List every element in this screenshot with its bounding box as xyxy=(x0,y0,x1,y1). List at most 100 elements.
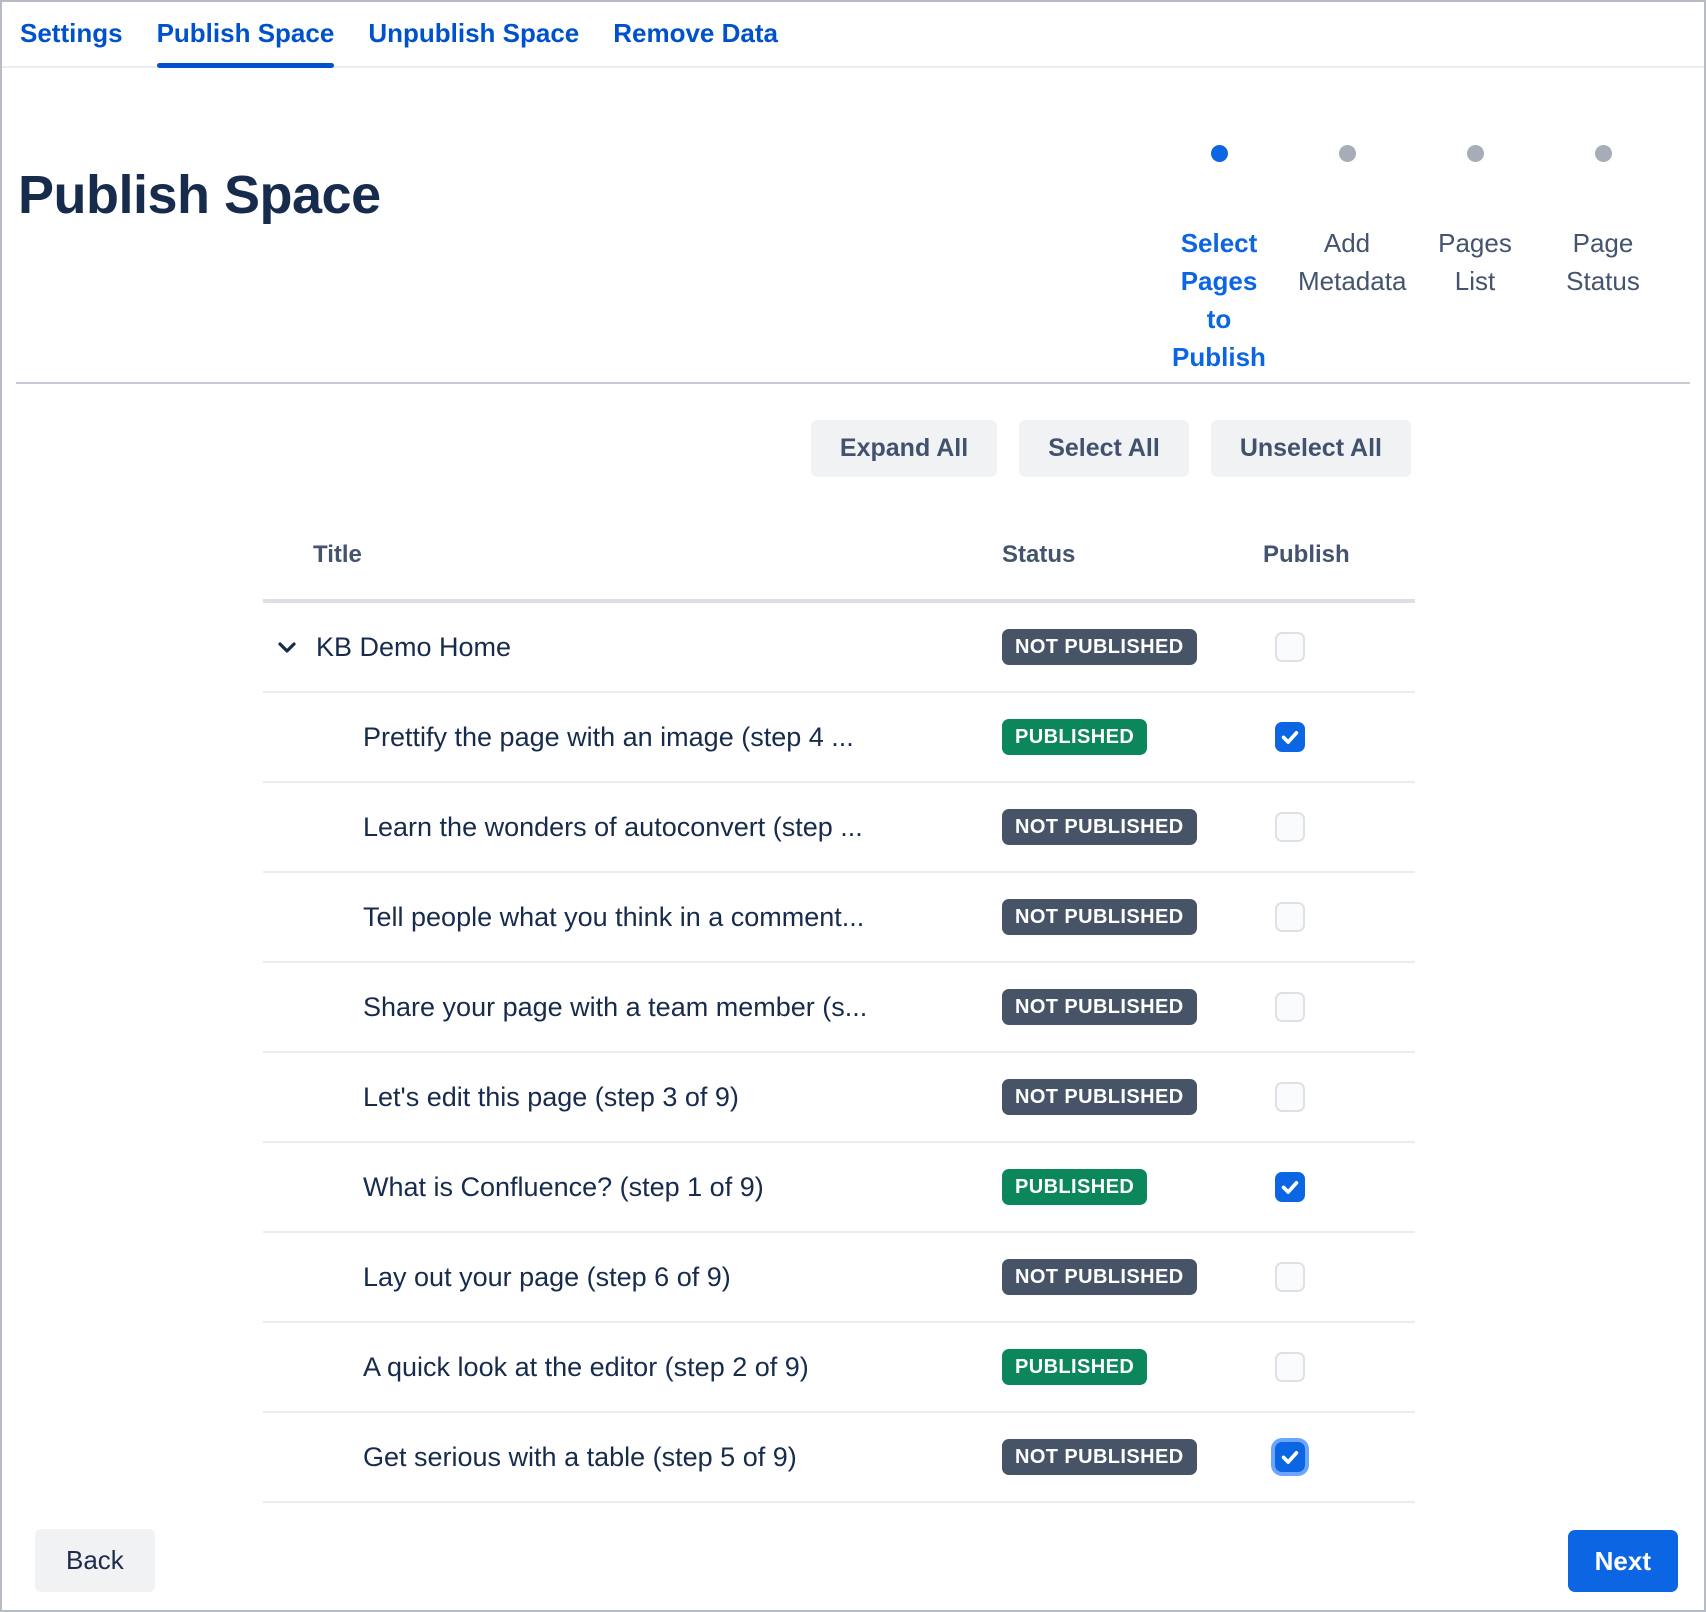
top-tab-bar: Settings Publish Space Unpublish Space R… xyxy=(2,2,1704,68)
publish-cell xyxy=(1263,632,1415,662)
table-row: Share your page with a team member (s...… xyxy=(263,963,1415,1053)
back-button[interactable]: Back xyxy=(35,1529,155,1592)
title-cell: KB Demo Home xyxy=(263,632,1002,663)
title-cell: Share your page with a team member (s... xyxy=(263,992,1002,1023)
page-title-text: A quick look at the editor (step 2 of 9) xyxy=(363,1352,809,1383)
status-cell: NOT PUBLISHED xyxy=(1002,989,1263,1025)
status-cell: PUBLISHED xyxy=(1002,1169,1263,1205)
chevron-down-icon[interactable] xyxy=(275,635,299,659)
publish-checkbox[interactable] xyxy=(1275,992,1305,1022)
unselect-all-button[interactable]: Unselect All xyxy=(1211,420,1411,477)
status-badge: PUBLISHED xyxy=(1002,1349,1147,1385)
step-dot-icon xyxy=(1595,145,1612,162)
stepper-step-select-pages: Select Pages to Publish xyxy=(1155,145,1283,376)
step-dot-icon xyxy=(1339,145,1356,162)
table-row: What is Confluence? (step 1 of 9) PUBLIS… xyxy=(263,1143,1415,1233)
publish-checkbox[interactable] xyxy=(1275,1442,1305,1472)
status-cell: NOT PUBLISHED xyxy=(1002,1439,1263,1475)
status-cell: NOT PUBLISHED xyxy=(1002,629,1263,665)
publish-cell xyxy=(1263,722,1415,752)
status-badge: NOT PUBLISHED xyxy=(1002,1079,1197,1115)
table-row: Prettify the page with an image (step 4 … xyxy=(263,693,1415,783)
status-cell: NOT PUBLISHED xyxy=(1002,1079,1263,1115)
title-cell: Let's edit this page (step 3 of 9) xyxy=(263,1082,1002,1113)
checkmark-icon xyxy=(1279,1446,1301,1468)
step-label: Add Metadata xyxy=(1298,224,1396,300)
publish-cell xyxy=(1263,1082,1415,1112)
pages-table: Title Status Publish KB Demo Home NOT PU… xyxy=(263,541,1415,1503)
publish-cell xyxy=(1263,1352,1415,1382)
publish-checkbox[interactable] xyxy=(1275,1172,1305,1202)
column-header-title: Title xyxy=(263,541,1002,569)
checkmark-icon xyxy=(1279,1176,1301,1198)
publish-cell xyxy=(1263,1172,1415,1202)
publish-cell xyxy=(1263,1262,1415,1292)
publish-checkbox[interactable] xyxy=(1275,1352,1305,1382)
table-row: A quick look at the editor (step 2 of 9)… xyxy=(263,1323,1415,1413)
tab-publish-space[interactable]: Publish Space xyxy=(157,2,335,66)
status-cell: PUBLISHED xyxy=(1002,1349,1263,1385)
publish-cell xyxy=(1263,902,1415,932)
page-title-text: Tell people what you think in a comment.… xyxy=(363,902,864,933)
publish-checkbox[interactable] xyxy=(1275,632,1305,662)
stepper-step-page-status: Page Status xyxy=(1539,145,1667,376)
table-row: Get serious with a table (step 5 of 9) N… xyxy=(263,1413,1415,1503)
publish-cell xyxy=(1263,1442,1415,1472)
title-cell: Prettify the page with an image (step 4 … xyxy=(263,722,1002,753)
table-row: Let's edit this page (step 3 of 9) NOT P… xyxy=(263,1053,1415,1143)
status-badge: NOT PUBLISHED xyxy=(1002,629,1197,665)
header-divider xyxy=(16,382,1690,384)
page-title-text: Prettify the page with an image (step 4 … xyxy=(363,722,854,753)
status-badge: NOT PUBLISHED xyxy=(1002,809,1197,845)
publish-checkbox[interactable] xyxy=(1275,812,1305,842)
page-title: Publish Space xyxy=(18,164,381,226)
tab-remove-data[interactable]: Remove Data xyxy=(613,2,778,66)
publish-space-page: Settings Publish Space Unpublish Space R… xyxy=(0,0,1706,1612)
checkmark-icon xyxy=(1279,726,1301,748)
title-cell: Learn the wonders of autoconvert (step .… xyxy=(263,812,1002,843)
step-label: Page Status xyxy=(1554,224,1652,300)
expand-all-button[interactable]: Expand All xyxy=(811,420,997,477)
page-title-text: Get serious with a table (step 5 of 9) xyxy=(363,1442,797,1473)
status-badge: NOT PUBLISHED xyxy=(1002,989,1197,1025)
table-row: Learn the wonders of autoconvert (step .… xyxy=(263,783,1415,873)
page-title-text: Lay out your page (step 6 of 9) xyxy=(363,1262,731,1293)
step-dot-active-icon xyxy=(1211,145,1228,162)
selection-toolbar: Expand All Select All Unselect All xyxy=(2,420,1411,477)
publish-cell xyxy=(1263,992,1415,1022)
publish-checkbox[interactable] xyxy=(1275,1262,1305,1292)
publish-checkbox[interactable] xyxy=(1275,902,1305,932)
title-cell: Tell people what you think in a comment.… xyxy=(263,902,1002,933)
stepper-step-add-metadata: Add Metadata xyxy=(1283,145,1411,376)
table-row: Tell people what you think in a comment.… xyxy=(263,873,1415,963)
table-body: KB Demo Home NOT PUBLISHED Prettify the … xyxy=(263,603,1415,1503)
publish-checkbox[interactable] xyxy=(1275,1082,1305,1112)
stepper-step-pages-list: Pages List xyxy=(1411,145,1539,376)
publish-cell xyxy=(1263,812,1415,842)
page-title-text: KB Demo Home xyxy=(316,632,511,663)
page-title-text: Learn the wonders of autoconvert (step .… xyxy=(363,812,863,843)
page-title-text: Let's edit this page (step 3 of 9) xyxy=(363,1082,739,1113)
status-cell: NOT PUBLISHED xyxy=(1002,809,1263,845)
wizard-stepper: Select Pages to Publish Add Metadata Pag… xyxy=(1155,145,1667,376)
status-badge: NOT PUBLISHED xyxy=(1002,1439,1197,1475)
step-dot-icon xyxy=(1467,145,1484,162)
column-header-publish: Publish xyxy=(1263,541,1415,569)
status-cell: NOT PUBLISHED xyxy=(1002,899,1263,935)
title-cell: Lay out your page (step 6 of 9) xyxy=(263,1262,1002,1293)
select-all-button[interactable]: Select All xyxy=(1019,420,1189,477)
status-badge: NOT PUBLISHED xyxy=(1002,1259,1197,1295)
tab-settings[interactable]: Settings xyxy=(20,2,123,66)
table-header-row: Title Status Publish xyxy=(263,541,1415,603)
title-cell: What is Confluence? (step 1 of 9) xyxy=(263,1172,1002,1203)
status-badge: NOT PUBLISHED xyxy=(1002,899,1197,935)
step-label: Select Pages to Publish xyxy=(1170,224,1268,376)
table-row: Lay out your page (step 6 of 9) NOT PUBL… xyxy=(263,1233,1415,1323)
page-header: Publish Space Select Pages to Publish Ad… xyxy=(2,68,1704,376)
publish-checkbox[interactable] xyxy=(1275,722,1305,752)
tab-unpublish-space[interactable]: Unpublish Space xyxy=(368,2,579,66)
title-cell: Get serious with a table (step 5 of 9) xyxy=(263,1442,1002,1473)
status-badge: PUBLISHED xyxy=(1002,1169,1147,1205)
next-button[interactable]: Next xyxy=(1568,1530,1678,1592)
page-title-text: What is Confluence? (step 1 of 9) xyxy=(363,1172,764,1203)
